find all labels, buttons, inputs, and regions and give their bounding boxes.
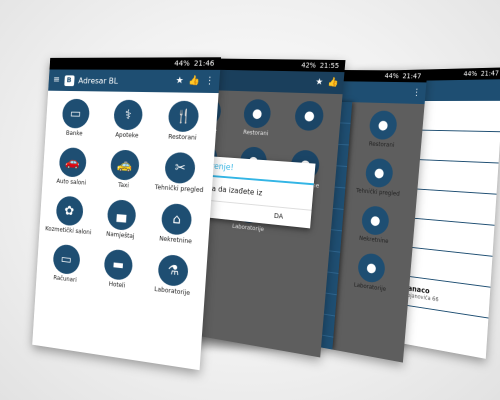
category-item[interactable]: ▭ Računari [41,243,91,293]
category-label: Restorani [168,133,197,142]
cosmetics-icon: ✿ [55,195,84,227]
category-item[interactable]: ▬ Hoteli [92,247,145,298]
category-item[interactable]: ⚕ Apoteke [101,99,154,147]
category-item[interactable]: ✂ Tehnički pregled [152,151,208,201]
thumbs-up-icon[interactable]: 👍 [188,76,200,86]
category-label: Kozmetički saloni [45,225,92,237]
house-icon: ⌂ [160,202,193,236]
caduceus-icon: ⚕ [113,99,144,131]
monitor-icon: ▭ [52,243,81,276]
category-label [307,133,308,147]
category-label: Tehnički pregled [355,187,400,198]
overflow-menu-icon[interactable]: ⋮ [412,88,421,98]
category-item[interactable]: ● Tehnički pregled [344,157,414,206]
plate-icon: 🍴 [167,100,200,133]
status-bar: 44% 21:46 [49,57,222,70]
app-logo-icon: B [63,74,75,86]
category-item[interactable]: ●Nekretnine [341,203,410,254]
category-label: Nekretnine [158,235,193,246]
flask-icon: ⚗ [157,253,190,288]
category-label: Tehnički pregled [154,183,204,195]
thumbs-up-icon[interactable]: 👍 [327,78,339,88]
tools-icon: ✂ [164,151,197,185]
category-grid: ▭ Banke ⚕ Apoteke 🍴 Restorani 🚗 Auto saloni 🚕 Tax… [35,91,218,315]
category-icon: ● [294,100,325,132]
app-title: Adresar BL [78,75,119,86]
category-item[interactable]: ⌂ Nekretnine [149,202,205,254]
category-icon: ● [357,252,386,284]
category-label: Restorani [368,140,395,149]
category-item[interactable]: ●Laboratorije [337,250,406,302]
category-label: Auto saloni [56,177,87,187]
category-item[interactable]: ● [282,100,336,148]
car-icon: 🚗 [58,147,87,178]
category-label: Taxi [117,181,130,190]
category-icon: ● [368,110,398,141]
category-label: Namještaj [105,230,135,241]
action-bar: ≡ B Adresar BL ★ 👍 ⋮ [48,69,221,94]
category-label: Nekretnine [358,235,389,246]
overflow-menu-icon[interactable]: ⋮ [205,76,215,87]
category-label: Laboratorije [153,285,191,298]
star-icon[interactable]: ★ [175,76,184,86]
category-icon: ● [242,98,272,129]
category-item[interactable]: ✿ Kozmetički saloni [44,195,94,243]
sofa-icon: ▄ [106,199,137,232]
category-label: Restorani [242,129,269,138]
category-icon: ● [364,157,394,189]
category-label: Apoteke [115,131,139,140]
category-item[interactable]: ● Restorani [348,110,418,157]
taxi-icon: 🚕 [109,149,141,181]
category-item[interactable]: 🍴 Restorani [155,100,211,149]
screen-category-home: 44% 21:46 ≡ B Adresar BL ★ 👍 ⋮ ▭ Banke ⚕ Ap… [32,57,222,371]
category-label: Banke [65,129,83,138]
bed-icon: ▬ [103,248,134,282]
category-item[interactable]: ▭ Banke [50,98,100,144]
category-label: Hoteli [108,280,126,290]
category-item[interactable]: 🚕 Taxi [98,149,151,198]
category-icon: ● [360,205,390,237]
category-item[interactable]: ⚗ Laboratorije [145,253,201,306]
category-item[interactable]: 🚗 Auto saloni [47,147,97,194]
category-item[interactable]: ● Restorani [232,98,283,144]
category-label: Računari [53,274,77,284]
star-icon[interactable]: ★ [315,78,323,88]
category-item[interactable]: ▄ Namještaj [95,198,148,248]
menu-icon[interactable]: ≡ [53,75,60,85]
category-label: Laboratorije [231,223,265,234]
bank-icon: ▭ [61,98,90,129]
category-label: Laboratorije [353,281,387,293]
